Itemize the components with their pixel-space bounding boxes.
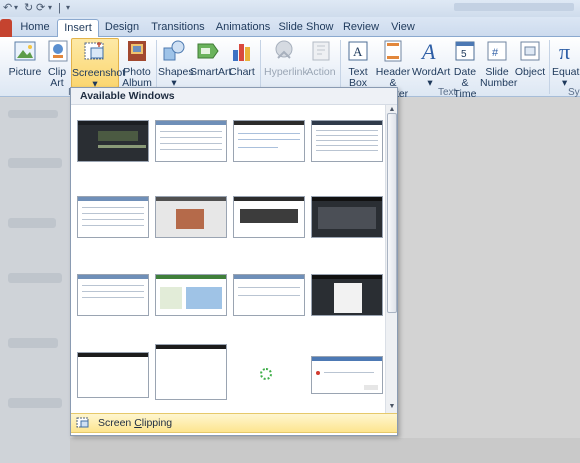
group-separator xyxy=(549,40,550,94)
screen-clipping-icon xyxy=(76,417,90,429)
window-thumbnail[interactable] xyxy=(233,120,305,162)
shapes-button[interactable]: Shapes ▾ xyxy=(158,38,194,89)
divider: | xyxy=(58,2,61,14)
action-button[interactable]: Action xyxy=(306,38,336,88)
photo-album-button[interactable]: PhotoAlbum ▾ xyxy=(120,38,154,100)
chart-button[interactable]: Chart xyxy=(228,38,256,88)
window-thumbnail[interactable] xyxy=(311,120,383,162)
photo-album-icon xyxy=(124,38,150,64)
date-time-button[interactable]: 5 Date & Time xyxy=(450,38,480,100)
window-thumbnail[interactable] xyxy=(155,196,227,238)
tab-transitions[interactable]: Transitions xyxy=(148,19,208,37)
screenshot-gallery: Available Windows ▲ ▼ Screen Clipping xyxy=(70,87,398,436)
svg-text:A: A xyxy=(353,44,363,59)
window-thumbnail[interactable] xyxy=(233,274,305,316)
text-box-button[interactable]: A Text Box xyxy=(343,38,373,89)
window-thumbnail[interactable] xyxy=(77,196,149,238)
hyperlink-button[interactable]: Hyperlink xyxy=(264,38,308,88)
chart-icon xyxy=(229,38,255,64)
header-footer-button[interactable]: Header& Footer xyxy=(374,38,412,100)
screenshot-button[interactable]: Screenshot ▾ xyxy=(71,38,125,90)
scrollbar-thumb[interactable] xyxy=(387,113,397,313)
picture-icon xyxy=(12,38,38,64)
window-thumbnail[interactable] xyxy=(155,274,227,316)
action-icon xyxy=(308,38,334,64)
window-thumbnail[interactable] xyxy=(311,196,383,238)
slide-thumbnails-pane xyxy=(0,98,70,463)
svg-text:π: π xyxy=(559,39,570,64)
clip-art-button[interactable]: Clip Art xyxy=(45,38,71,89)
picture-button[interactable]: Picture xyxy=(6,38,44,88)
window-thumbnail[interactable] xyxy=(311,274,383,316)
ribbon-tabs: Home Insert Design Transitions Animation… xyxy=(0,17,580,38)
undo-dropdown-icon[interactable]: ▾ xyxy=(14,2,18,14)
blurred-item xyxy=(8,158,62,168)
repeat-icon[interactable]: ⟳ xyxy=(36,2,45,14)
window-thumbnail[interactable] xyxy=(311,356,383,394)
smartart-icon xyxy=(195,38,221,64)
wordart-button[interactable]: A WordArt ▾ xyxy=(412,38,450,89)
tab-slide-show[interactable]: Slide Show xyxy=(278,19,334,37)
group-label-text: Text xyxy=(438,87,457,98)
hyperlink-icon xyxy=(271,38,297,64)
tab-animations[interactable]: Animations xyxy=(214,19,272,37)
group-separator xyxy=(260,40,261,94)
window-thumbnail[interactable] xyxy=(233,196,305,238)
wordart-icon: A xyxy=(417,38,443,64)
group-separator xyxy=(156,40,157,94)
blurred-item xyxy=(8,273,62,283)
window-thumbnail[interactable] xyxy=(77,352,149,398)
smartart-button[interactable]: SmartArt xyxy=(190,38,231,88)
pi-icon: π xyxy=(558,38,580,64)
window-thumbnail[interactable] xyxy=(77,120,149,162)
blurred-item xyxy=(8,338,58,348)
calendar-icon: 5 xyxy=(452,38,478,64)
quick-access-toolbar: ↶ ▾ ↻ ⟳ ▾ | ▾ xyxy=(0,0,580,17)
window-title xyxy=(454,3,574,11)
blurred-item xyxy=(8,398,62,408)
object-button[interactable]: Object xyxy=(514,38,546,88)
customize-toolbar-icon[interactable]: ▾ xyxy=(66,2,70,14)
blurred-footer xyxy=(70,438,580,463)
redo-icon[interactable]: ↻ xyxy=(24,2,33,14)
screen-clipping-button[interactable]: Screen Clipping xyxy=(71,413,397,433)
tab-view[interactable]: View xyxy=(387,19,419,37)
chevron-down-icon[interactable]: ▾ xyxy=(48,2,52,14)
loading-spinner-icon xyxy=(260,368,272,380)
blurred-item xyxy=(8,218,56,228)
group-label-symbols: Sy xyxy=(568,87,580,98)
window-thumbnail[interactable] xyxy=(77,274,149,316)
svg-text:#: # xyxy=(492,47,499,59)
clip-art-icon xyxy=(45,38,71,64)
window-thumbnail[interactable] xyxy=(155,120,227,162)
tab-insert[interactable]: Insert xyxy=(57,19,99,38)
svg-text:5: 5 xyxy=(461,49,467,60)
tab-review[interactable]: Review xyxy=(340,19,382,37)
undo-icon[interactable]: ↶ xyxy=(3,2,12,14)
group-separator xyxy=(340,40,341,94)
slide-number-button[interactable]: # Slide Number xyxy=(480,38,517,89)
slide-number-icon: # xyxy=(484,38,510,64)
blurred-item xyxy=(8,110,58,118)
tab-file[interactable] xyxy=(0,19,12,37)
gallery-scrollbar[interactable]: ▲ ▼ xyxy=(385,105,397,413)
header-footer-icon xyxy=(380,38,406,64)
shapes-icon xyxy=(161,38,187,64)
object-icon xyxy=(517,38,543,64)
screen-clipping-label: Screen Clipping xyxy=(98,417,173,429)
tab-home[interactable]: Home xyxy=(16,19,54,37)
text-box-icon: A xyxy=(345,38,371,64)
svg-text:A: A xyxy=(420,39,436,64)
tab-design[interactable]: Design xyxy=(101,19,143,37)
screenshot-icon xyxy=(82,39,108,65)
equation-button[interactable]: π Equation▾ xyxy=(552,38,580,89)
available-windows-header: Available Windows xyxy=(71,88,397,105)
scroll-down-icon[interactable]: ▼ xyxy=(387,402,397,412)
window-thumbnail[interactable] xyxy=(155,344,227,400)
